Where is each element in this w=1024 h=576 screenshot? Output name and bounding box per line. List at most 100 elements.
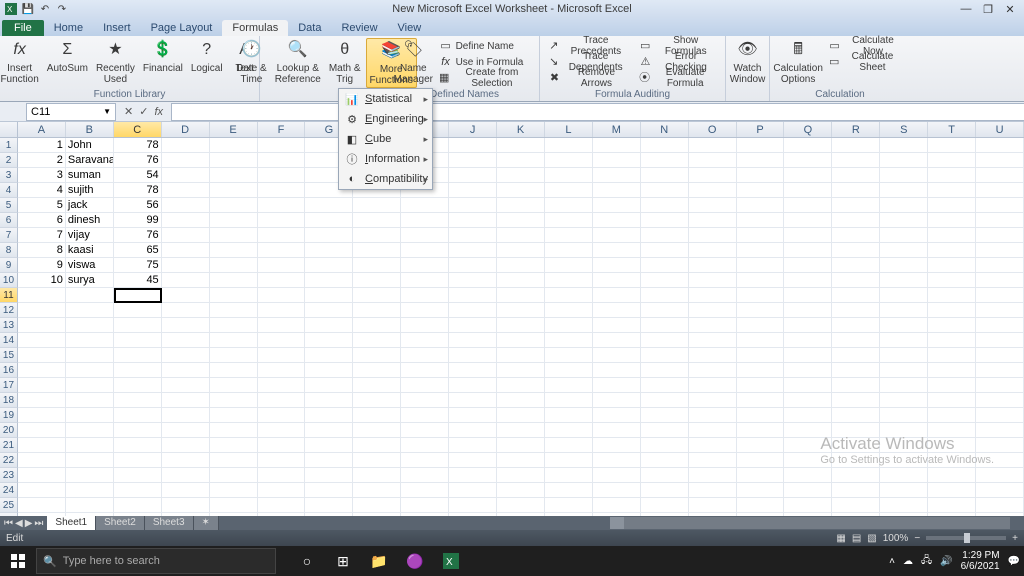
- cell-Q9[interactable]: [784, 258, 832, 273]
- cell-D22[interactable]: [162, 453, 210, 468]
- cell-G14[interactable]: [305, 333, 353, 348]
- cell-D1[interactable]: [162, 138, 210, 153]
- cell-K22[interactable]: [497, 453, 545, 468]
- cell-B13[interactable]: [66, 318, 114, 333]
- cell-L19[interactable]: [545, 408, 593, 423]
- cell-R23[interactable]: [832, 468, 880, 483]
- row-header-11[interactable]: 11: [0, 288, 18, 303]
- cell-B10[interactable]: surya: [66, 273, 114, 288]
- cell-C12[interactable]: [114, 303, 162, 318]
- cell-Q4[interactable]: [784, 183, 832, 198]
- cell-Q15[interactable]: [784, 348, 832, 363]
- cell-I24[interactable]: [401, 483, 449, 498]
- column-header-D[interactable]: D: [162, 122, 210, 137]
- cell-H8[interactable]: [353, 243, 401, 258]
- cell-N10[interactable]: [641, 273, 689, 288]
- cell-T5[interactable]: [928, 198, 976, 213]
- menu-compatibility[interactable]: ◐Compatibility▸: [339, 169, 432, 189]
- cell-M2[interactable]: [593, 153, 641, 168]
- tray-up-icon[interactable]: ˄: [889, 556, 895, 567]
- cell-P13[interactable]: [737, 318, 785, 333]
- cell-K20[interactable]: [497, 423, 545, 438]
- cell-T1[interactable]: [928, 138, 976, 153]
- cell-O16[interactable]: [689, 363, 737, 378]
- cell-T3[interactable]: [928, 168, 976, 183]
- row-header-21[interactable]: 21: [0, 438, 18, 453]
- cell-E18[interactable]: [210, 393, 258, 408]
- cell-Q13[interactable]: [784, 318, 832, 333]
- cell-R5[interactable]: [832, 198, 880, 213]
- cell-M20[interactable]: [593, 423, 641, 438]
- cell-N2[interactable]: [641, 153, 689, 168]
- cell-Q16[interactable]: [784, 363, 832, 378]
- cell-P23[interactable]: [737, 468, 785, 483]
- cell-A20[interactable]: [18, 423, 66, 438]
- cell-N16[interactable]: [641, 363, 689, 378]
- app-icon[interactable]: 🟣: [404, 550, 426, 572]
- cell-G13[interactable]: [305, 318, 353, 333]
- cell-H7[interactable]: [353, 228, 401, 243]
- cell-P16[interactable]: [737, 363, 785, 378]
- row-header-19[interactable]: 19: [0, 408, 18, 423]
- cell-L9[interactable]: [545, 258, 593, 273]
- cell-U18[interactable]: [976, 393, 1024, 408]
- cell-D6[interactable]: [162, 213, 210, 228]
- cell-T6[interactable]: [928, 213, 976, 228]
- cell-M9[interactable]: [593, 258, 641, 273]
- cell-S21[interactable]: [880, 438, 928, 453]
- cell-H13[interactable]: [353, 318, 401, 333]
- cell-U19[interactable]: [976, 408, 1024, 423]
- cell-J5[interactable]: [449, 198, 497, 213]
- cell-M1[interactable]: [593, 138, 641, 153]
- cell-B23[interactable]: [66, 468, 114, 483]
- cell-K19[interactable]: [497, 408, 545, 423]
- cell-C4[interactable]: 78: [114, 183, 162, 198]
- cell-C15[interactable]: [114, 348, 162, 363]
- cell-K9[interactable]: [497, 258, 545, 273]
- cell-J3[interactable]: [449, 168, 497, 183]
- cell-K18[interactable]: [497, 393, 545, 408]
- cell-L24[interactable]: [545, 483, 593, 498]
- cell-H23[interactable]: [353, 468, 401, 483]
- cell-D2[interactable]: [162, 153, 210, 168]
- cell-N9[interactable]: [641, 258, 689, 273]
- cell-J17[interactable]: [449, 378, 497, 393]
- cell-D12[interactable]: [162, 303, 210, 318]
- cell-O22[interactable]: [689, 453, 737, 468]
- cell-C7[interactable]: 76: [114, 228, 162, 243]
- cell-J12[interactable]: [449, 303, 497, 318]
- row-header-7[interactable]: 7: [0, 228, 18, 243]
- cell-K11[interactable]: [497, 288, 545, 303]
- math-trig-button[interactable]: θMath & Trig: [326, 38, 364, 86]
- cell-M16[interactable]: [593, 363, 641, 378]
- cell-A10[interactable]: 10: [18, 273, 66, 288]
- cell-S14[interactable]: [880, 333, 928, 348]
- cell-M8[interactable]: [593, 243, 641, 258]
- cell-E22[interactable]: [210, 453, 258, 468]
- cell-Q23[interactable]: [784, 468, 832, 483]
- cell-R13[interactable]: [832, 318, 880, 333]
- sheet-nav-prev-icon[interactable]: ◀: [15, 518, 23, 529]
- cell-J24[interactable]: [449, 483, 497, 498]
- cell-I9[interactable]: [401, 258, 449, 273]
- row-header-13[interactable]: 13: [0, 318, 18, 333]
- cell-P20[interactable]: [737, 423, 785, 438]
- cell-L11[interactable]: [545, 288, 593, 303]
- cell-D4[interactable]: [162, 183, 210, 198]
- column-header-F[interactable]: F: [258, 122, 306, 137]
- cell-D10[interactable]: [162, 273, 210, 288]
- cell-J18[interactable]: [449, 393, 497, 408]
- cell-A7[interactable]: 7: [18, 228, 66, 243]
- cell-J2[interactable]: [449, 153, 497, 168]
- cell-K13[interactable]: [497, 318, 545, 333]
- cell-T18[interactable]: [928, 393, 976, 408]
- cell-C5[interactable]: 56: [114, 198, 162, 213]
- cell-L5[interactable]: [545, 198, 593, 213]
- zoom-in-icon[interactable]: +: [1012, 533, 1018, 544]
- cell-J15[interactable]: [449, 348, 497, 363]
- row-header-9[interactable]: 9: [0, 258, 18, 273]
- cell-S16[interactable]: [880, 363, 928, 378]
- cell-E11[interactable]: [210, 288, 258, 303]
- cell-K25[interactable]: [497, 498, 545, 513]
- cell-T24[interactable]: [928, 483, 976, 498]
